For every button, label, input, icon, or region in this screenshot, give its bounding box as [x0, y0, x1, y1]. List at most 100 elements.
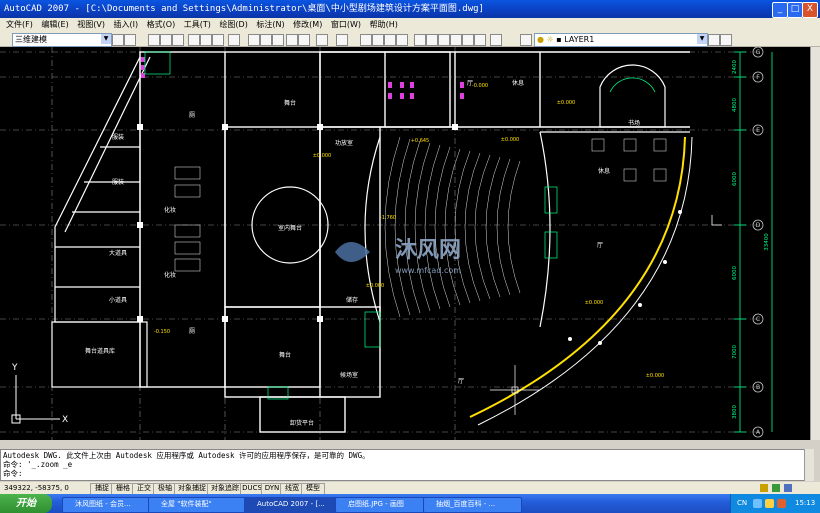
command-history-line: 命令: '_.zoom _e	[3, 460, 73, 469]
ucs-icon	[11, 375, 60, 424]
help-icon[interactable]	[753, 499, 762, 508]
make-layer-current-icon[interactable]	[708, 34, 720, 46]
publish-icon[interactable]	[212, 34, 224, 46]
workspace-select[interactable]: 三维建模 ▼	[12, 33, 112, 47]
layer-previous-icon[interactable]	[720, 34, 732, 46]
room-label: 大道具	[109, 249, 127, 257]
zoom-previous-icon[interactable]	[396, 34, 408, 46]
dim-text: 6000	[732, 266, 738, 280]
room-label: 休息	[512, 79, 524, 87]
room-label: 室内舞台	[278, 224, 302, 232]
menu-insert[interactable]: 插入(I)	[114, 20, 139, 29]
chevron-down-icon: ▼	[101, 34, 111, 44]
paste-icon[interactable]	[272, 34, 284, 46]
column-markers	[137, 124, 682, 345]
copy-icon[interactable]	[260, 34, 272, 46]
toilet-fixtures	[141, 57, 464, 99]
title-bar: AutoCAD 2007 - [C:\Documents and Setting…	[0, 0, 820, 18]
elevation-label: -1.760	[380, 215, 396, 221]
dressing-tables	[174, 166, 201, 272]
lock-icon: ▪	[556, 35, 562, 44]
command-window[interactable]: Autodesk DWG. 此文件上次由 Autodesk 应用程序或 Auto…	[0, 449, 810, 481]
menu-dimension[interactable]: 标注(N)	[256, 20, 284, 29]
sheet-set-icon[interactable]	[450, 34, 462, 46]
room-label: 休息	[598, 167, 610, 175]
elevation-label: ±0.000	[585, 300, 604, 306]
pan-icon[interactable]	[360, 34, 372, 46]
dim-text: 4800	[732, 98, 738, 112]
close-button[interactable]: X	[802, 2, 818, 18]
taskbar-item[interactable]: 沐风图纸 - 会员...	[62, 497, 156, 513]
print-preview-icon[interactable]	[200, 34, 212, 46]
print-icon[interactable]	[188, 34, 200, 46]
communication-center-icon[interactable]	[772, 484, 780, 492]
room-label: 储存	[346, 296, 358, 304]
undo-icon[interactable]	[316, 34, 328, 46]
save-file-icon[interactable]	[172, 34, 184, 46]
properties-icon[interactable]	[414, 34, 426, 46]
menu-edit[interactable]: 编辑(E)	[41, 20, 68, 29]
room-label: 服装	[112, 178, 124, 186]
workspace-settings-icon[interactable]	[112, 34, 124, 46]
open-file-icon[interactable]	[160, 34, 172, 46]
taskbar-item[interactable]: 全屋 "软件装配"	[148, 497, 252, 513]
spiral-stair	[609, 77, 656, 93]
taskbar-item[interactable]: 抽烟_百度百科 - ...	[423, 497, 522, 513]
menu-draw[interactable]: 绘图(D)	[219, 20, 247, 29]
menu-file[interactable]: 文件(F)	[6, 20, 33, 29]
room-label: 舞台	[279, 351, 291, 359]
room-label: 卸货平台	[290, 419, 314, 427]
quickcalc-icon[interactable]	[474, 34, 486, 46]
plot-icon[interactable]	[228, 34, 240, 46]
cut-icon[interactable]	[248, 34, 260, 46]
design-center-icon[interactable]	[426, 34, 438, 46]
room-label: 化妆	[164, 206, 176, 214]
menu-tools[interactable]: 工具(T)	[184, 20, 211, 29]
zoom-window-icon[interactable]	[384, 34, 396, 46]
room-label: 书场	[628, 119, 640, 127]
taskbar-item[interactable]: 启图纸.JPG - 画图	[335, 497, 431, 513]
tray-settings-icon[interactable]	[784, 484, 792, 492]
sun-icon: ☼	[546, 35, 554, 44]
minimize-button[interactable]: _	[772, 2, 788, 18]
menu-window[interactable]: 窗口(W)	[331, 20, 361, 29]
ucs-y-label: Y	[11, 363, 18, 373]
axis-label-b: B	[756, 384, 760, 391]
redo-icon[interactable]	[336, 34, 348, 46]
menu-bar: 文件(F) 编辑(E) 视图(V) 插入(I) 格式(O) 工具(T) 绘图(D…	[0, 18, 820, 31]
command-scrollbar[interactable]	[804, 449, 814, 481]
taskbar-item-autocad[interactable]: AutoCAD 2007 - [...	[244, 497, 343, 513]
axis-label-g: G	[756, 49, 761, 56]
layer-select[interactable]: ● ☼ ▪ LAYER1 ▼	[534, 33, 708, 47]
markup-icon[interactable]	[462, 34, 474, 46]
menu-modify[interactable]: 修改(M)	[293, 20, 322, 29]
layer-manager-icon[interactable]	[520, 34, 532, 46]
command-prompt[interactable]: 命令:	[3, 469, 807, 478]
menu-format[interactable]: 格式(O)	[147, 20, 176, 29]
room-label: 小道具	[109, 296, 127, 304]
watermark-text: 沐风网	[395, 238, 461, 263]
start-button[interactable]: 开始	[0, 494, 52, 513]
shield-icon[interactable]	[765, 499, 774, 508]
workspace-save-icon[interactable]	[124, 34, 136, 46]
drawing-area[interactable]: G F E D C B A 2400 4800 6000 6000 7000 3…	[0, 47, 810, 440]
speaker-icon[interactable]	[777, 499, 786, 508]
round-tower	[599, 64, 666, 128]
language-indicator[interactable]: CN	[737, 494, 747, 513]
menu-help[interactable]: 帮助(H)	[370, 20, 398, 29]
room-label: 服装	[112, 133, 124, 141]
match-properties-icon[interactable]	[286, 34, 298, 46]
maximize-button[interactable]: □	[787, 2, 803, 18]
help-icon[interactable]	[490, 34, 502, 46]
vertical-scrollbar[interactable]	[810, 47, 820, 440]
block-editor-icon[interactable]	[298, 34, 310, 46]
menu-view[interactable]: 视图(V)	[77, 20, 105, 29]
dim-text: 2400	[732, 60, 738, 74]
axis-label-a: A	[756, 429, 761, 436]
zoom-realtime-icon[interactable]	[372, 34, 384, 46]
lock-icon[interactable]	[760, 484, 768, 492]
axis-label-e: E	[756, 127, 760, 134]
elevation-label: -0.150	[154, 329, 170, 335]
new-file-icon[interactable]	[148, 34, 160, 46]
tool-palettes-icon[interactable]	[438, 34, 450, 46]
